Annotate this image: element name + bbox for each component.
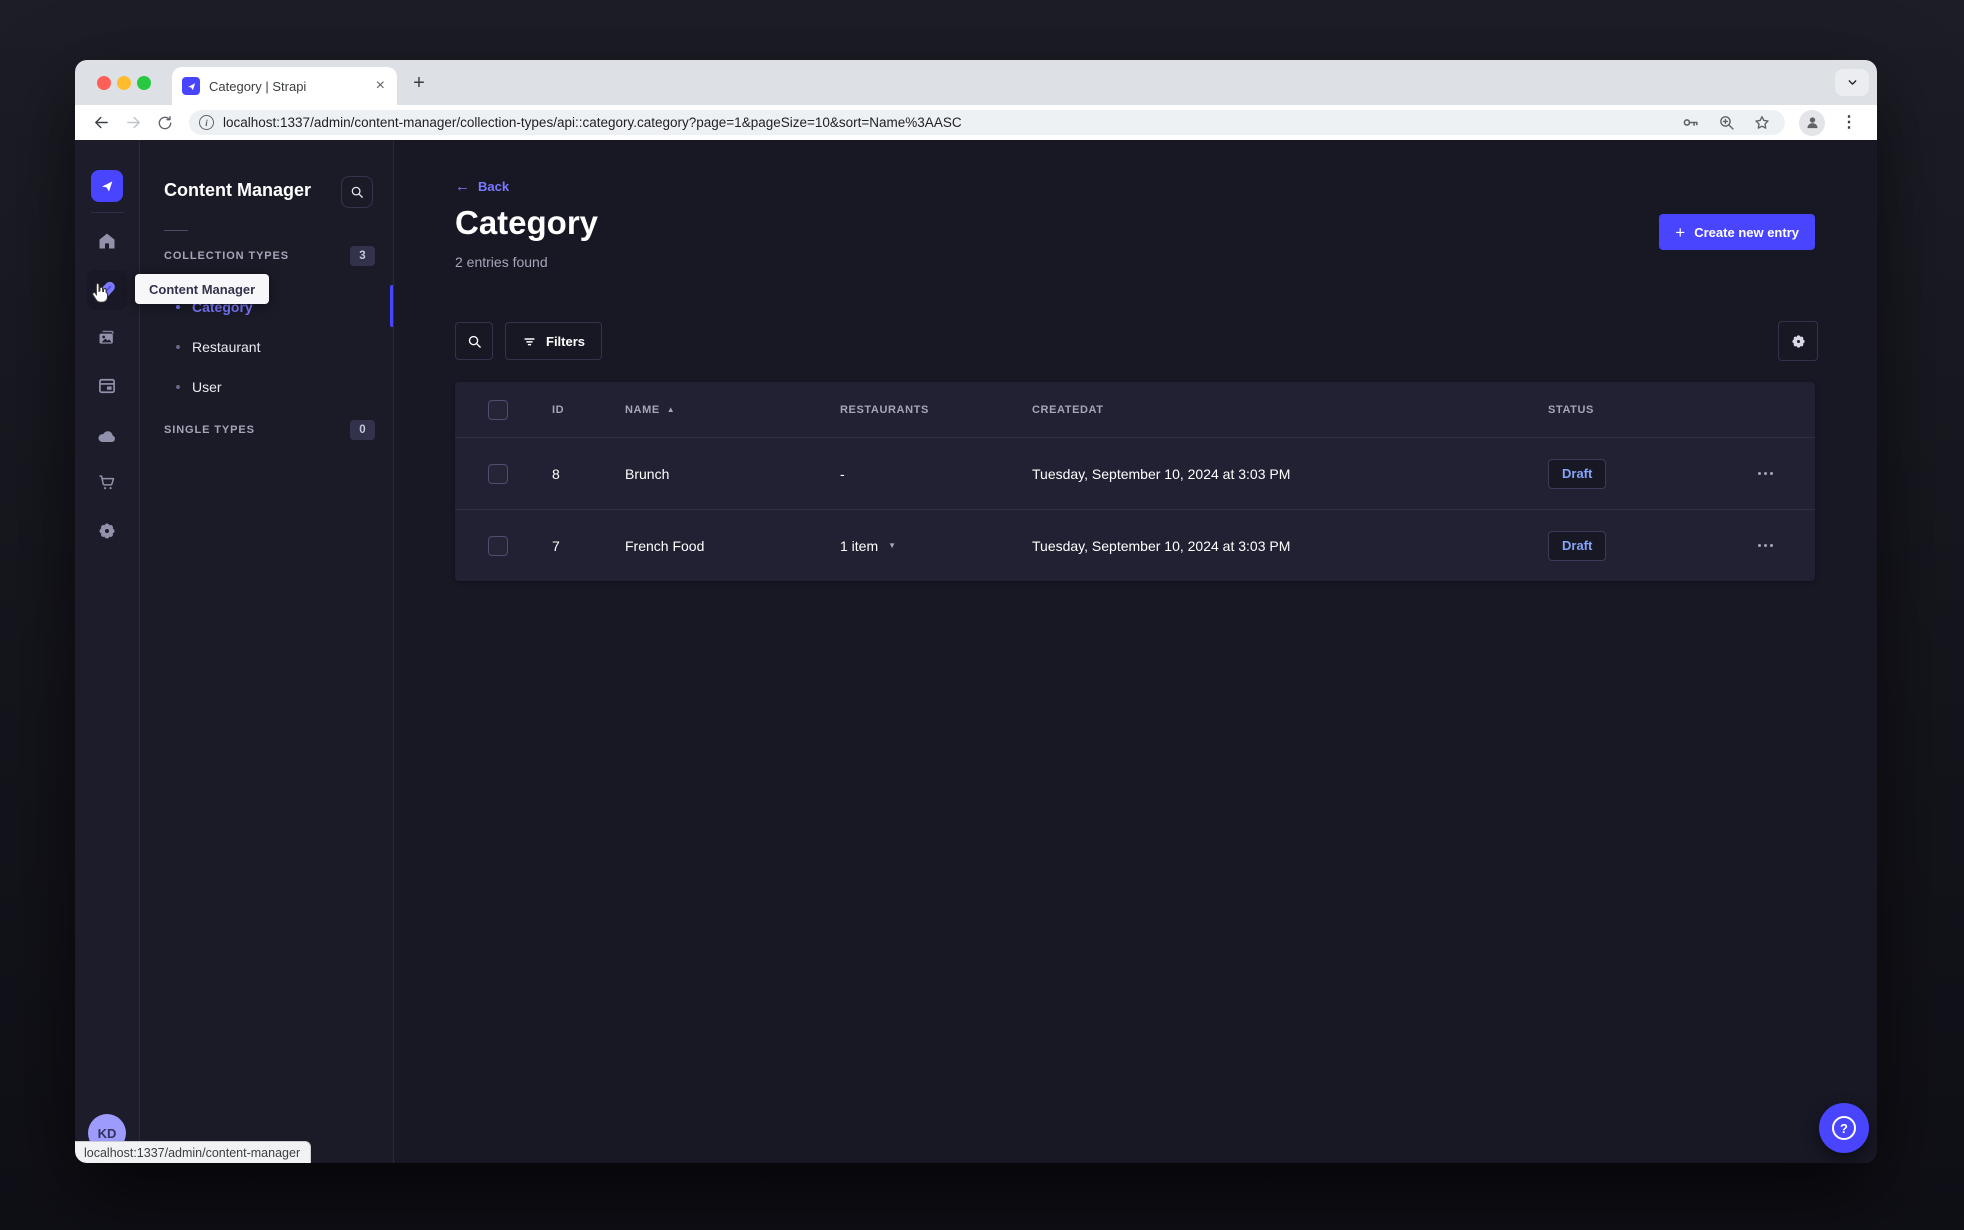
cell-name: Brunch — [625, 465, 670, 482]
column-header-createdat: CREATEDAT — [1032, 403, 1104, 416]
reload-icon[interactable] — [153, 115, 177, 131]
window-close-button[interactable] — [97, 76, 111, 90]
column-header-restaurants: RESTAURANTS — [840, 403, 929, 416]
link-preview-status-bar: localhost:1337/admin/content-manager — [75, 1141, 312, 1163]
row-actions-menu-icon[interactable] — [1758, 544, 1773, 547]
browser-tab[interactable]: Category | Strapi × — [172, 67, 397, 105]
cell-id: 8 — [552, 465, 560, 482]
bullet-icon — [176, 305, 180, 309]
cell-createdat: Tuesday, September 10, 2024 at 3:03 PM — [1032, 537, 1291, 554]
marketplace-cart-icon[interactable] — [87, 462, 127, 502]
cell-id: 7 — [552, 537, 560, 554]
url-bar[interactable]: i localhost:1337/admin/content-manager/c… — [189, 110, 1785, 135]
filters-button[interactable]: Filters — [505, 322, 603, 360]
settings-gear-icon[interactable] — [87, 511, 127, 551]
browser-menu-kebab-icon[interactable]: ⋮ — [1841, 114, 1857, 131]
back-link[interactable]: ← Back — [455, 178, 509, 195]
tab-close-icon[interactable]: × — [374, 78, 387, 94]
table-row[interactable]: 8 Brunch - Tuesday, September 10, 2024 a… — [455, 437, 1815, 509]
strapi-admin: KD Content Manager COLLECTION TYPES 3 Ca… — [75, 140, 1877, 1163]
strapi-logo[interactable] — [91, 170, 123, 202]
strapi-favicon-icon — [182, 77, 200, 95]
column-header-name[interactable]: NAME ▲ — [598, 404, 813, 416]
rail-divider — [91, 212, 124, 213]
tab-title: Category | Strapi — [209, 78, 307, 94]
select-all-checkbox[interactable] — [488, 399, 508, 420]
back-label: Back — [478, 179, 510, 194]
row-checkbox[interactable] — [488, 535, 508, 556]
row-checkbox[interactable] — [488, 463, 508, 484]
chevron-down-icon: ▼ — [888, 541, 897, 550]
column-header-status: STATUS — [1548, 403, 1594, 416]
home-icon[interactable] — [87, 221, 127, 261]
page-title: Category — [455, 204, 599, 241]
status-badge: Draft — [1548, 530, 1607, 561]
zoom-in-icon[interactable] — [1718, 114, 1735, 131]
browser-window: Category | Strapi × + i localhost:1337/a… — [75, 60, 1877, 1163]
new-tab-button[interactable]: + — [405, 69, 433, 97]
window-minimize-button[interactable] — [117, 76, 131, 90]
content-type-builder-icon[interactable] — [87, 366, 127, 406]
sort-ascending-icon: ▲ — [666, 405, 676, 414]
subnav-item-label: Restaurant — [192, 339, 261, 355]
collection-types-label: COLLECTION TYPES — [164, 250, 290, 262]
cloud-icon[interactable] — [87, 416, 127, 456]
subnav-divider — [164, 230, 188, 231]
table-header-row: ID NAME ▲ RESTAURANTS CREATEDAT STATUS — [455, 382, 1815, 437]
url-bar-icons — [1681, 113, 1771, 132]
filters-label: Filters — [546, 333, 586, 349]
window-maximize-button[interactable] — [137, 76, 151, 90]
table-search-button[interactable] — [455, 322, 493, 360]
create-new-entry-button[interactable]: + Create new entry — [1659, 214, 1815, 250]
question-mark-icon: ? — [1832, 1116, 1856, 1140]
cell-name: French Food — [625, 537, 705, 554]
subnav-search-button[interactable] — [341, 176, 373, 208]
entries-count: 2 entries found — [455, 254, 548, 270]
filter-icon — [524, 337, 535, 345]
subnav-item-restaurant[interactable]: Restaurant — [140, 327, 393, 367]
collection-types-count-badge: 3 — [350, 246, 375, 266]
single-types-label: SINGLE TYPES — [164, 424, 255, 436]
subnav-title: Content Manager — [164, 180, 312, 200]
nav-tooltip: Content Manager — [135, 274, 270, 304]
row-actions-menu-icon[interactable] — [1758, 472, 1773, 475]
password-key-icon[interactable] — [1681, 113, 1700, 132]
cell-restaurants: - — [840, 465, 845, 482]
main-content: ← Back Category 2 entries found + Create… — [394, 140, 1877, 1163]
media-library-icon[interactable] — [87, 317, 127, 357]
back-arrow-icon: ← — [455, 178, 470, 195]
mouse-cursor-icon — [89, 281, 111, 310]
page-info-icon[interactable]: i — [199, 115, 214, 130]
browser-profile-icon[interactable] — [1799, 109, 1825, 136]
forward-icon — [121, 114, 145, 131]
bullet-icon — [176, 385, 180, 389]
help-button[interactable]: ? — [1819, 1103, 1869, 1153]
create-new-entry-label: Create new entry — [1694, 224, 1799, 240]
subnav-item-user[interactable]: User — [140, 367, 393, 407]
table-row[interactable]: 7 French Food 1 item ▼ Tuesday, September… — [455, 509, 1815, 581]
single-types-section: SINGLE TYPES 0 — [164, 420, 375, 440]
bullet-icon — [176, 345, 180, 349]
browser-tab-strip: Category | Strapi × + — [75, 60, 1877, 105]
view-settings-gear-icon[interactable] — [1778, 321, 1818, 361]
cell-createdat: Tuesday, September 10, 2024 at 3:03 PM — [1032, 465, 1291, 482]
subnav-item-label: User — [192, 379, 222, 395]
plus-icon: + — [1675, 222, 1686, 242]
single-types-count-badge: 0 — [350, 420, 375, 440]
entries-table: ID NAME ▲ RESTAURANTS CREATEDAT STATUS 8 … — [455, 382, 1815, 581]
active-item-indicator — [390, 285, 393, 327]
status-badge: Draft — [1548, 458, 1607, 489]
browser-toolbar: i localhost:1337/admin/content-manager/c… — [75, 105, 1877, 140]
collection-types-section: COLLECTION TYPES 3 — [164, 246, 375, 266]
bookmark-star-icon[interactable] — [1753, 114, 1771, 132]
back-icon[interactable] — [89, 114, 113, 131]
url-text: localhost:1337/admin/content-manager/col… — [223, 115, 962, 130]
tab-search-chevron-icon[interactable] — [1835, 69, 1869, 96]
column-header-id: ID — [552, 403, 565, 416]
collection-types-list: Category Restaurant User — [140, 287, 393, 407]
cell-restaurants-dropdown[interactable]: 1 item ▼ — [813, 538, 1005, 554]
